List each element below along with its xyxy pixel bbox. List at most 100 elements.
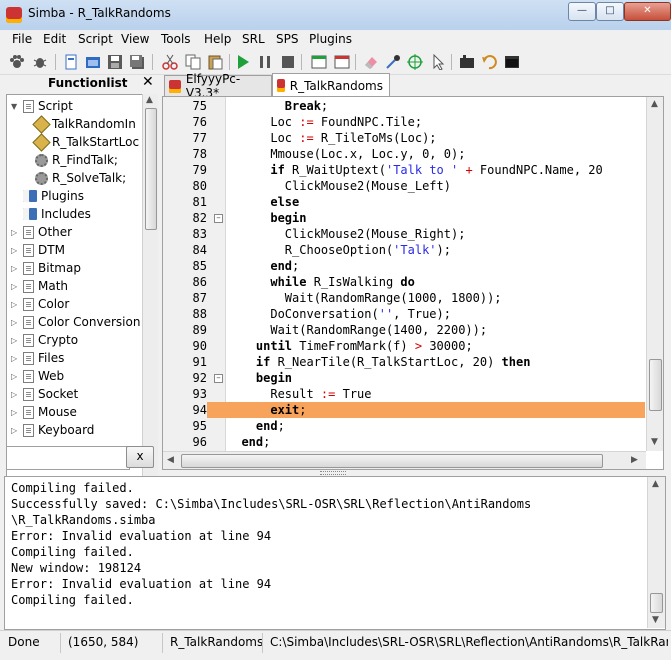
tree-item-category[interactable]: ▷ Bitmap — [9, 259, 81, 277]
minimize-button[interactable]: — — [568, 2, 596, 21]
scroll-thumb[interactable] — [181, 454, 603, 468]
menu-help[interactable]: Help — [204, 32, 231, 46]
code-line[interactable]: 87 Wait(RandomRange(1000, 1800)); — [163, 290, 645, 306]
tree-item-category[interactable]: ▷ Socket — [9, 385, 78, 403]
tree-item-category[interactable]: ▷ Files — [9, 349, 64, 367]
code-line[interactable]: 75 Break; — [163, 98, 645, 114]
code-editor[interactable]: 75 Break; 76 Loc := FoundNPC.Tile; 77 Loc … — [162, 96, 664, 470]
menu-srl[interactable]: SRL — [242, 32, 265, 46]
code-line[interactable]: 88 DoConversation('', True); — [163, 306, 645, 322]
fold-toggle-icon[interactable]: − — [214, 374, 223, 383]
scroll-right-icon[interactable]: ▶ — [631, 455, 638, 465]
functionlist-vertical-scrollbar[interactable]: ▲ ▼ — [142, 94, 158, 498]
scroll-down-icon[interactable]: ▼ — [651, 437, 658, 447]
code-line[interactable]: 78 Mmouse(Loc.x, Loc.y, 0, 0); — [163, 146, 645, 162]
tree-item-includes[interactable]: Includes — [23, 205, 91, 223]
menu-view[interactable]: View — [121, 32, 149, 46]
code-line[interactable]: 96 end; — [163, 434, 645, 450]
open-folder-icon[interactable] — [84, 53, 102, 71]
tree-item-category[interactable]: ▷ Math — [9, 277, 68, 295]
tree-item-procedure[interactable]: R_SolveTalk; — [35, 169, 126, 187]
copy-icon[interactable] — [184, 53, 202, 71]
fold-toggle-icon[interactable]: − — [214, 214, 223, 223]
save-icon[interactable] — [106, 53, 124, 71]
tree-item-function[interactable]: R_TalkStartLoc — [32, 132, 139, 152]
new-tab-icon[interactable] — [310, 53, 328, 71]
tree-item-category[interactable]: ▷ Mouse — [9, 403, 77, 421]
functionlist-close-icon[interactable]: ✕ — [142, 74, 154, 90]
code-line[interactable]: 83 ClickMouse2(Mouse_Right); — [163, 226, 645, 242]
eraser-icon[interactable] — [362, 53, 380, 71]
console-icon[interactable] — [503, 53, 521, 71]
menu-plugins[interactable]: Plugins — [309, 32, 352, 46]
save-all-icon[interactable] — [128, 53, 146, 71]
close-tab-icon[interactable] — [333, 53, 351, 71]
tree-item-category[interactable]: ▷ Crypto — [9, 331, 78, 349]
paw-icon[interactable] — [8, 53, 26, 71]
code-line[interactable]: 95 end; — [163, 418, 645, 434]
scroll-up-icon[interactable]: ▲ — [651, 99, 658, 109]
editor-horizontal-scrollbar[interactable]: ◀ ▶ — [163, 451, 646, 469]
run-icon[interactable] — [234, 53, 252, 71]
menu-tools[interactable]: Tools — [161, 32, 191, 46]
menu-sps[interactable]: SPS — [276, 32, 298, 46]
menu-file[interactable]: File — [12, 32, 32, 46]
undo-icon[interactable] — [480, 53, 498, 71]
code-line[interactable]: 93 Result := True — [163, 386, 645, 402]
tree-item-procedure[interactable]: R_FindTalk; — [35, 151, 118, 169]
scroll-thumb[interactable] — [649, 359, 662, 411]
panel-splitter[interactable] — [0, 468, 671, 476]
code-line[interactable]: 86 while R_IsWalking do — [163, 274, 645, 290]
close-button[interactable]: ✕ — [624, 2, 671, 21]
tree-item-category[interactable]: ▷ Color — [9, 295, 69, 313]
function-icon[interactable] — [458, 53, 476, 71]
code-line[interactable]: 94 exit; — [163, 402, 645, 418]
code-line[interactable]: 81 else — [163, 194, 645, 210]
tree-item-function[interactable]: TalkRandomIn — [32, 114, 136, 134]
menu-edit[interactable]: Edit — [43, 32, 66, 46]
code-line[interactable]: 80 ClickMouse2(Mouse_Left) — [163, 178, 645, 194]
cut-icon[interactable] — [161, 53, 179, 71]
tree-item-category[interactable]: ▷ Web — [9, 367, 64, 385]
scroll-thumb[interactable] — [145, 108, 157, 230]
scroll-thumb[interactable] — [650, 593, 663, 613]
scroll-up-icon[interactable]: ▲ — [652, 479, 659, 489]
code-line[interactable]: 89 Wait(RandomRange(1400, 2200)); — [163, 322, 645, 338]
crosshair-icon[interactable] — [406, 53, 424, 71]
code-line[interactable]: 85 end; — [163, 258, 645, 274]
code-line[interactable]: 91 if R_NearTile(R_TalkStartLoc, 20) the… — [163, 354, 645, 370]
title-bar[interactable]: Simba - R_TalkRandoms — □ ✕ — [0, 0, 671, 31]
tree-item-category[interactable]: ▷ DTM — [9, 241, 65, 259]
tab-elfyyypc[interactable]: ElfyyyPc-V3.3* — [164, 72, 272, 100]
tree-item-category[interactable]: ▷ Color Conversion — [9, 313, 140, 331]
maximize-button[interactable]: □ — [596, 2, 624, 21]
output-console[interactable]: Compiling failed. Successfully saved: C:\… — [4, 476, 666, 630]
pause-icon[interactable] — [256, 53, 274, 71]
code-line[interactable]: 84 R_ChooseOption('Talk'); — [163, 242, 645, 258]
tab-r-talkrandoms[interactable]: R_TalkRandoms — [272, 73, 390, 97]
tree-item-script[interactable]: ▼ Script — [9, 97, 73, 115]
paste-icon[interactable] — [206, 53, 224, 71]
editor-vertical-scrollbar[interactable]: ▲ ▼ — [646, 97, 663, 451]
code-line[interactable]: 92− begin — [163, 370, 645, 386]
search-clear-button[interactable]: x — [126, 446, 154, 468]
tree-item-category[interactable]: ▷ Other — [9, 223, 72, 241]
code-line[interactable]: 82− begin — [163, 210, 645, 226]
code-line[interactable]: 90 until TimeFromMark(f) > 30000; — [163, 338, 645, 354]
stop-icon[interactable] — [279, 53, 297, 71]
tree-item-category[interactable]: ▷ Keyboard — [9, 421, 94, 439]
scroll-down-icon[interactable]: ▼ — [652, 615, 659, 625]
output-vertical-scrollbar[interactable]: ▲ ▼ — [647, 477, 665, 628]
code-line[interactable]: 76 Loc := FoundNPC.Tile; — [163, 114, 645, 130]
color-picker-icon[interactable] — [384, 53, 402, 71]
tree-item-plugins[interactable]: Plugins — [23, 187, 84, 205]
functionlist-search-input[interactable] — [6, 446, 130, 470]
select-client-icon[interactable] — [429, 53, 447, 71]
menu-script[interactable]: Script — [78, 32, 113, 46]
new-file-icon[interactable] — [62, 53, 80, 71]
bug-icon[interactable] — [31, 53, 49, 71]
scroll-up-icon[interactable]: ▲ — [146, 95, 153, 105]
scroll-left-icon[interactable]: ◀ — [167, 455, 174, 465]
code-line[interactable]: 79 if R_WaitUptext('Talk to ' + FoundNPC… — [163, 162, 645, 178]
code-line[interactable]: 77 Loc := R_TileToMs(Loc); — [163, 130, 645, 146]
